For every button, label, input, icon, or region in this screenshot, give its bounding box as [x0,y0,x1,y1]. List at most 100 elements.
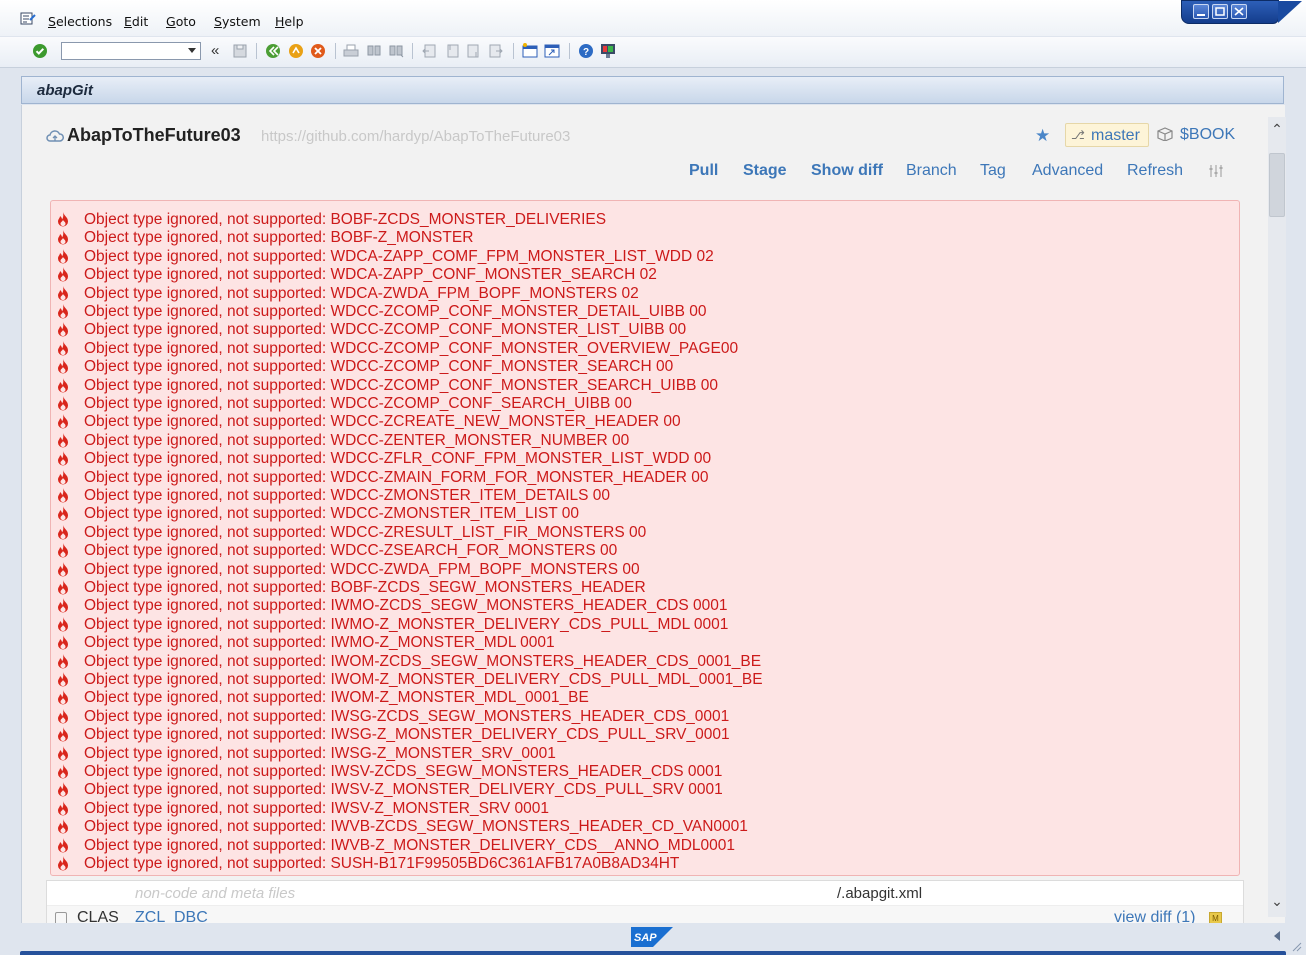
scroll-up-icon[interactable]: ⌃ [1271,122,1283,136]
error-object-name: WDCC-ZCOMP_CONF_MONSTER_SEARCH 00 [330,358,674,376]
error-object-name: WDCA-ZAPP_COMF_FPM_MONSTER_LIST_WDD 02 [330,247,714,265]
save-icon[interactable] [232,43,248,59]
enter-check-icon[interactable] [32,43,48,59]
app-menu-icon[interactable] [20,12,36,26]
repo-name[interactable]: AbapToTheFuture03 [67,125,241,146]
repo-url[interactable]: https://github.com/hardyp/AbapToTheFutur… [261,128,570,145]
error-message: Object type ignored, not supported: BOBF… [84,229,474,247]
settings-icon[interactable] [1208,163,1224,179]
show-diff-button[interactable]: Show diff [811,162,883,180]
fire-icon [58,782,68,797]
star-icon[interactable]: ★ [1035,126,1050,146]
view-diff-link[interactable]: view diff (1) [1114,909,1196,923]
meta-file-name[interactable]: /.abapgit.xml [837,885,922,902]
menu-goto[interactable]: Goto [166,14,196,29]
print-icon[interactable] [343,43,359,59]
cancel-icon[interactable] [310,43,326,59]
maximize-icon [1215,7,1225,16]
error-message: Object type ignored, not supported: IWSV… [84,799,549,817]
error-message: Object type ignored, not supported: WDCC… [84,505,580,523]
object-package-link[interactable]: DBC [174,909,208,923]
back-history-button[interactable]: « [211,42,219,59]
vertical-scrollbar[interactable]: ⌃ ⌄ [1268,117,1286,917]
error-object-name: WDCC-ZCOMP_CONF_MONSTER_OVERVIEW_PAGE00 [330,339,739,357]
last-page-icon[interactable] [488,43,504,59]
advanced-menu-button[interactable]: Advanced [1032,162,1103,180]
error-object-name: IWVB-ZCDS_SEGW_MONSTERS_HEADER_CD_VAN000… [330,818,748,836]
fire-icon [58,672,68,687]
chevron-down-icon[interactable] [188,48,196,53]
error-message: Object type ignored, not supported: IWOM… [84,689,589,707]
status-expand-icon[interactable] [1274,931,1280,941]
fire-icon [58,745,68,761]
error-message: Object type ignored, not supported: IWMO… [84,615,729,633]
menu-system[interactable]: System [214,14,261,29]
error-message: Object type ignored, not supported: WDCC… [84,468,709,486]
menu-selections[interactable]: Selections [48,14,112,29]
error-message: Object type ignored, not supported: IWVB… [84,836,736,854]
branch-badge[interactable]: ⎇ master [1065,123,1149,147]
scroll-down-icon[interactable]: ⌄ [1271,894,1283,908]
menu-help[interactable]: Help [275,14,304,29]
menu-bar: Selections Edit Goto System Help [0,0,1306,36]
generate-shortcut-icon[interactable] [544,43,560,59]
error-message: Object type ignored, not supported: IWOM… [84,652,762,670]
fire-icon [58,230,68,245]
repo-header: AbapToTheFuture03 https://github.com/har… [22,105,1267,195]
error-object-name: BOBF-Z_MONSTER [330,229,474,247]
minimize-button[interactable] [1193,4,1209,19]
fire-icon [58,837,68,853]
error-object-name: IWOM-ZCDS_SEGW_MONSTERS_HEADER_CDS_0001_… [330,652,762,670]
maximize-button[interactable] [1212,4,1228,19]
tag-menu-button[interactable]: Tag [980,162,1006,180]
error-message: Object type ignored, not supported: WDCC… [84,395,632,412]
package-link[interactable]: $BOOK [1180,126,1235,144]
error-object-name: IWMO-Z_MONSTER_MDL 0001 [330,634,555,652]
scroll-thumb[interactable] [1269,153,1285,217]
find-icon[interactable] [366,43,382,59]
customize-layout-icon[interactable] [600,43,616,59]
svg-text:?: ? [583,47,589,58]
fire-icon [58,377,68,393]
error-message: Object type ignored, not supported: IWSG… [84,726,730,744]
fire-icon [58,616,68,632]
fire-icon [58,414,68,429]
error-message: Object type ignored, not supported: WDCC… [84,321,687,339]
fire-icon [58,856,68,871]
command-field[interactable] [61,42,201,60]
error-object-name: WDCC-ZENTER_MONSTER_NUMBER 00 [330,431,630,449]
previous-page-icon[interactable] [444,43,460,59]
table-row: CLAS ZCL DBC view diff (1) M [47,906,1243,923]
find-next-icon[interactable] [388,43,404,59]
error-object-name: WDCC-ZMONSTER_ITEM_LIST 00 [330,505,580,523]
error-message: Object type ignored, not supported: WDCA… [84,247,714,265]
first-page-icon[interactable] [421,43,437,59]
system-toolbar: « ? [0,37,1306,68]
screen-title-bar: abapGit [21,76,1284,104]
object-type: CLAS [77,909,119,923]
error-object-name: IWSG-ZCDS_SEGW_MONSTERS_HEADER_CDS_0001 [330,707,730,725]
resize-grip-icon[interactable] [1290,940,1302,952]
error-object-name: IWSG-Z_MONSTER_DELIVERY_CDS_PULL_SRV_000… [330,726,730,744]
fire-icon [58,322,68,337]
next-page-icon[interactable] [466,43,482,59]
error-message: Object type ignored, not supported: WDCC… [84,542,618,560]
error-object-name: WDCC-ZCOMP_CONF_MONSTER_LIST_UIBB 00 [330,321,687,339]
error-object-name: WDCC-ZFLR_CONF_FPM_MONSTER_LIST_WDD 00 [330,450,712,468]
back-icon[interactable] [265,43,281,59]
menu-edit[interactable]: Edit [124,14,148,29]
object-name-link[interactable]: ZCL [135,909,165,923]
window-controls [1181,0,1302,24]
exit-icon[interactable] [288,43,304,59]
error-object-name: WDCC-ZCOMP_CONF_MONSTER_DETAIL_UIBB 00 [330,303,707,320]
error-object-name: WDCC-ZCOMP_CONF_MONSTER_SEARCH_UIBB 00 [330,376,718,394]
fire-icon [58,764,68,779]
close-window-button[interactable] [1231,4,1247,19]
help-icon[interactable]: ? [578,43,594,59]
refresh-button[interactable]: Refresh [1127,162,1183,180]
branch-menu-button[interactable]: Branch [906,162,957,180]
error-object-name: WDCA-ZAPP_CONF_MONSTER_SEARCH 02 [330,266,657,284]
create-session-icon[interactable] [522,43,538,59]
pull-button[interactable]: Pull [689,162,718,180]
stage-button[interactable]: Stage [743,162,787,180]
